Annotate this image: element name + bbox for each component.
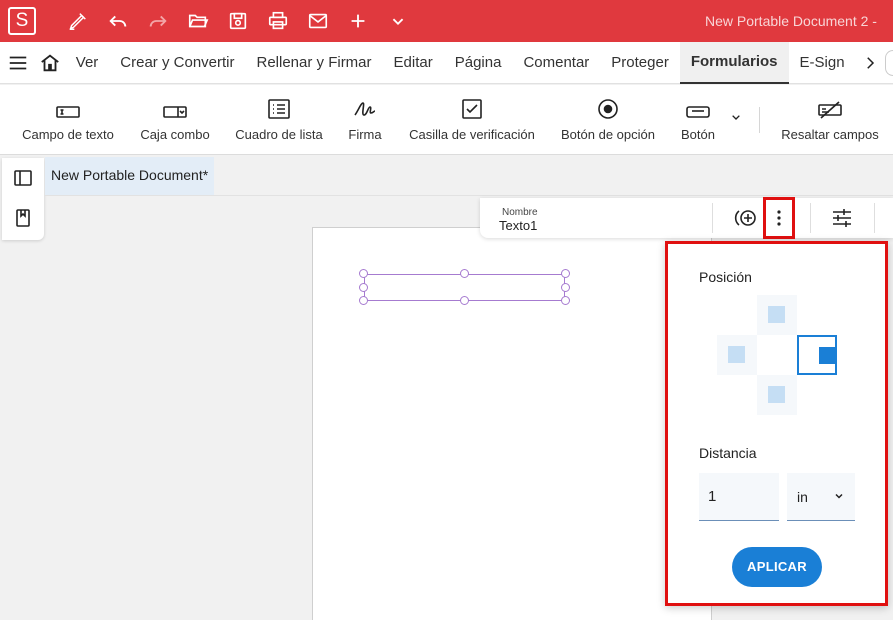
tool-label: Botón de opción: [561, 127, 655, 142]
home-icon[interactable]: [36, 42, 65, 84]
resize-handle[interactable]: [359, 296, 368, 305]
combo-box-icon: [163, 106, 187, 118]
menu-bar: Ver Crear y Convertir Rellenar y Firmar …: [0, 41, 893, 84]
signature-tool[interactable]: Firma: [340, 85, 390, 155]
window-title: New Portable Document 2 -: [705, 13, 877, 29]
tool-label: Cuadro de lista: [235, 127, 323, 142]
signature-icon: [354, 102, 376, 116]
unit-value: in: [797, 489, 808, 505]
chevron-down-icon[interactable]: [728, 109, 748, 129]
menu-ver[interactable]: Ver: [65, 42, 110, 84]
list-box-icon: [268, 99, 290, 119]
properties-sliders-icon[interactable]: [826, 201, 858, 235]
hamburger-menu-icon[interactable]: [0, 42, 36, 84]
menu-crear-convertir[interactable]: Crear y Convertir: [109, 42, 245, 84]
tool-label: Resaltar campos: [781, 127, 879, 142]
list-box-tool[interactable]: Cuadro de lista: [230, 85, 328, 155]
chevron-down-icon: [833, 473, 845, 521]
distance-input[interactable]: 1: [699, 473, 779, 521]
resize-handle[interactable]: [561, 283, 570, 292]
chevron-right-icon[interactable]: [856, 42, 885, 84]
position-top[interactable]: [757, 295, 797, 335]
position-left[interactable]: [717, 335, 757, 375]
position-right[interactable]: [797, 335, 837, 375]
undo-icon[interactable]: [98, 0, 138, 42]
highlight-fields-icon: [818, 101, 842, 119]
redo-icon[interactable]: [138, 0, 178, 42]
menu-formularios[interactable]: Formularios: [679, 41, 789, 84]
checkbox-tool[interactable]: Casilla de verificación: [404, 85, 540, 155]
pen-icon[interactable]: [58, 0, 98, 42]
tool-label: Botón: [681, 127, 715, 142]
menu-rellenar-firmar[interactable]: Rellenar y Firmar: [246, 42, 383, 84]
bar-divider: [874, 203, 875, 233]
distance-label: Distancia: [699, 445, 757, 461]
combo-box-tool[interactable]: Caja combo: [134, 85, 216, 155]
plus-icon[interactable]: [338, 0, 378, 42]
menu-esign[interactable]: E-Sign: [789, 42, 856, 84]
panel-toggle-icon[interactable]: [2, 158, 44, 198]
menu-comentar[interactable]: Comentar: [512, 42, 600, 84]
resize-handle[interactable]: [561, 269, 570, 278]
mail-icon[interactable]: [298, 0, 338, 42]
unit-select[interactable]: in: [787, 473, 855, 521]
left-dock: [2, 158, 44, 240]
tool-label: Caja combo: [140, 127, 210, 142]
bookmark-icon[interactable]: [2, 198, 44, 238]
field-name-value[interactable]: Texto1: [499, 218, 537, 233]
ribbon: Campo de texto Caja combo Cuadro de list…: [0, 85, 893, 155]
menu-proteger[interactable]: Proteger: [600, 42, 680, 84]
open-folder-icon[interactable]: [178, 0, 218, 42]
document-tab[interactable]: New Portable Document*: [45, 157, 214, 195]
app-logo: S: [8, 7, 36, 35]
bar-divider: [810, 203, 811, 233]
ribbon-divider: [759, 107, 760, 133]
chevron-down-icon[interactable]: [378, 0, 418, 42]
apply-button[interactable]: APLICAR: [732, 547, 822, 587]
menu-pagina[interactable]: Página: [444, 42, 513, 84]
resize-handle[interactable]: [460, 269, 469, 278]
print-icon[interactable]: [258, 0, 298, 42]
tab-strip-divider: [44, 195, 893, 196]
highlight-fields-tool[interactable]: Resaltar campos: [776, 85, 884, 155]
tool-label: Casilla de verificación: [409, 127, 535, 142]
position-bottom[interactable]: [757, 375, 797, 415]
resize-handle[interactable]: [359, 283, 368, 292]
tool-label: Firma: [348, 127, 382, 142]
add-action-icon[interactable]: [730, 201, 762, 235]
resize-handle[interactable]: [460, 296, 469, 305]
button-tool[interactable]: Botón: [672, 85, 724, 155]
tool-label: Campo de texto: [22, 127, 114, 142]
position-popup: Posición Distancia 1 in APLICAR: [665, 241, 888, 606]
field-name-label: Nombre: [502, 207, 538, 218]
text-field-icon: [56, 106, 80, 118]
title-bar: S New Portable Document 2 -: [0, 0, 893, 42]
position-center: [757, 335, 797, 375]
menu-editar[interactable]: Editar: [383, 42, 444, 84]
button-icon: [686, 106, 710, 118]
radio-button-tool[interactable]: Botón de opción: [558, 85, 658, 155]
resize-handle[interactable]: [359, 269, 368, 278]
scroll-edge: [884, 49, 893, 76]
checkbox-icon: [462, 99, 482, 119]
bar-divider: [712, 203, 713, 233]
resize-handle[interactable]: [561, 296, 570, 305]
position-title: Posición: [699, 269, 752, 285]
text-field-tool[interactable]: Campo de texto: [18, 85, 118, 155]
field-properties-bar: Nombre Texto1: [480, 198, 893, 238]
radio-button-icon: [598, 99, 618, 119]
save-icon[interactable]: [218, 0, 258, 42]
more-options-highlight: [763, 197, 795, 239]
